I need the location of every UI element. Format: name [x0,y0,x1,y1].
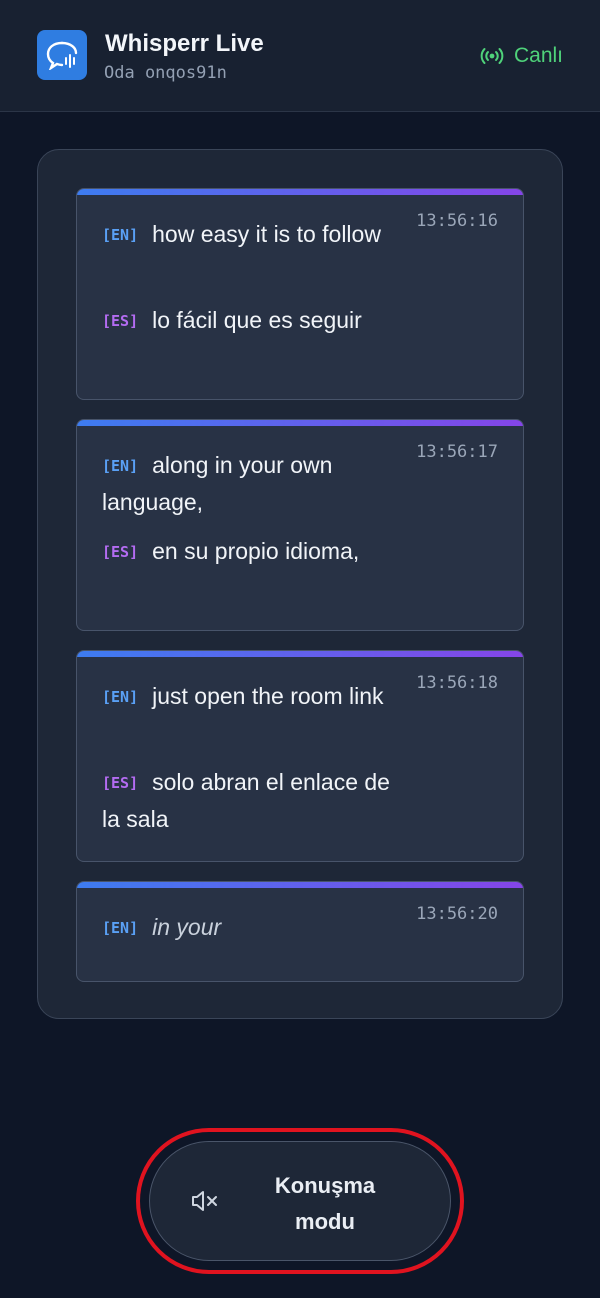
app-header: Whisperr Live Oda onqos91n Canlı [0,0,600,112]
broadcast-icon [480,48,504,64]
live-status-label: Canlı [513,44,563,67]
translation-line: [ES] lo fácil que es seguir [102,302,392,339]
speaking-mode-button[interactable]: Konuşma modu [149,1141,451,1261]
live-status: Canlı [480,44,563,68]
source-language-tag: [EN] [102,226,139,244]
translation-text: solo abran el enlace de la sala [102,769,390,832]
translation-text: en su propio idioma, [152,538,360,564]
translation-text: lo fácil que es seguir [152,307,362,333]
source-line: [EN] how easy it is to follow [102,216,392,253]
source-language-tag: [EN] [102,919,139,937]
message-time: 13:56:18 [416,673,498,693]
source-line: [EN] along in your own language, [102,447,392,520]
translation-line: [ES] en su propio idioma, [102,533,392,570]
target-language-tag: [ES] [102,543,139,561]
target-language-tag: [ES] [102,312,139,330]
transcript-card: 13:56:16 [EN] how easy it is to follow [E… [76,188,524,400]
message-time: 13:56:20 [416,904,498,924]
app-logo [37,30,87,80]
target-language-tag: [ES] [102,774,139,792]
partial-source-text: in your [152,914,222,940]
card-accent-bar [77,420,523,426]
card-accent-bar [77,882,523,888]
card-accent-bar [77,189,523,195]
app-title: Whisperr Live [105,30,264,57]
source-language-tag: [EN] [102,457,139,475]
room-id: Oda onqos91n [104,63,227,83]
source-line: [EN] just open the room link [102,678,392,715]
source-text: how easy it is to follow [152,221,381,247]
source-language-tag: [EN] [102,688,139,706]
speaker-muted-icon [192,1191,217,1211]
message-time: 13:56:17 [416,442,498,462]
transcript-card: 13:56:18 [EN] just open the room link [ES… [76,650,524,862]
transcript-card-pending: 13:56:20 [EN] in your [76,881,524,982]
chat-waveform-icon [46,41,78,70]
source-text: just open the room link [152,683,384,709]
message-time: 13:56:16 [416,211,498,231]
transcript-panel[interactable]: 13:56:16 [EN] how easy it is to follow [E… [37,149,563,1019]
speaking-mode-label: Konuşma modu [274,1173,376,1234]
card-accent-bar [77,651,523,657]
source-line: [EN] in your [102,909,392,946]
translation-line: [ES] solo abran el enlace de la sala [102,764,392,837]
transcript-card: 13:56:17 [EN] along in your own language,… [76,419,524,631]
